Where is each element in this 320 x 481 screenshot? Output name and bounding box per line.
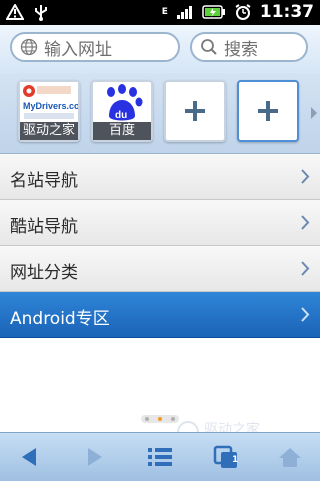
speed-dial: MyDrivers.com 驱动之家 du 百度: [0, 73, 320, 154]
address-bar: 输入网址 搜索: [0, 25, 320, 73]
menu-button[interactable]: [136, 433, 184, 481]
warning-icon: [6, 4, 24, 20]
alarm-icon: [235, 4, 251, 20]
back-icon: [22, 448, 36, 466]
home-icon: [279, 448, 301, 467]
nav-list: 名站导航 酷站导航 网址分类 Android专区: [0, 154, 320, 338]
search-placeholder: 搜索: [224, 39, 258, 60]
home-button[interactable]: [266, 433, 314, 481]
speed-dial-label: 百度: [93, 122, 151, 140]
list-item-label: 网址分类: [10, 263, 78, 283]
search-icon: [198, 38, 220, 56]
list-item-android[interactable]: Android专区: [0, 292, 320, 338]
list-item-categories[interactable]: 网址分类: [0, 246, 320, 292]
speed-dial-add-button[interactable]: [237, 80, 299, 142]
speed-dial-tile-baidu[interactable]: du 百度: [91, 80, 153, 142]
chevron-right-icon: [301, 169, 310, 184]
list-item-cool-sites[interactable]: 酷站导航: [0, 200, 320, 246]
svg-text:MyDrivers.com: MyDrivers.com: [23, 101, 78, 111]
baidu-paw-logo: du: [107, 84, 143, 121]
tab-count: 1: [232, 455, 239, 465]
svg-text:du: du: [115, 110, 127, 121]
mydrivers-logo: MyDrivers.com: [20, 82, 78, 122]
url-placeholder: 输入网址: [44, 39, 112, 60]
status-time: 11:37: [259, 2, 314, 22]
plus-icon: [239, 82, 297, 140]
globe-icon: [18, 38, 40, 56]
usb-icon: [35, 5, 47, 21]
battery-icon: [202, 5, 225, 19]
plus-icon: [166, 82, 224, 140]
page-dot-active: [157, 417, 162, 421]
list-item-famous-sites[interactable]: 名站导航: [0, 154, 320, 200]
list-item-label: 酷站导航: [10, 217, 78, 237]
bottom-toolbar: 1: [0, 432, 320, 481]
forward-button[interactable]: [70, 433, 118, 481]
status-bar: E 11:37: [0, 0, 320, 25]
network-type: E: [161, 7, 168, 17]
signal-icon: [176, 6, 192, 19]
list-item-label: Android专区: [10, 309, 110, 329]
tabs-button[interactable]: 1: [202, 433, 250, 481]
chevron-right-icon: [301, 261, 310, 276]
speed-dial-tile-mydrivers[interactable]: MyDrivers.com 驱动之家: [18, 80, 80, 142]
page-dot: [145, 417, 150, 421]
forward-icon: [88, 448, 102, 466]
search-input[interactable]: 搜索: [190, 32, 308, 62]
menu-icon: [148, 448, 172, 466]
back-button[interactable]: [6, 433, 54, 481]
chevron-right-icon: [301, 215, 310, 230]
chevron-right-icon: [301, 307, 310, 322]
speed-dial-label: 驱动之家: [20, 122, 78, 140]
scroll-right-arrow-icon[interactable]: [311, 107, 317, 119]
url-input[interactable]: 输入网址: [10, 32, 180, 62]
speed-dial-add-button[interactable]: [164, 80, 226, 142]
list-item-label: 名站导航: [10, 171, 78, 191]
